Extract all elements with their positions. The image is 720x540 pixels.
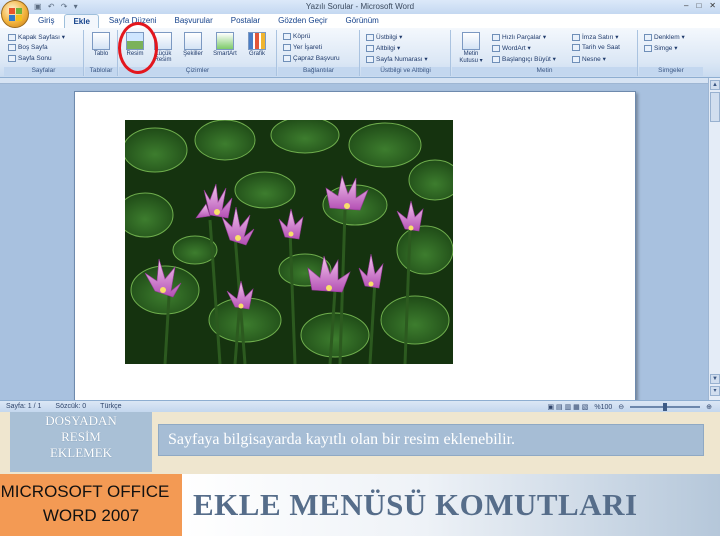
shapes-button[interactable]: Şekiller bbox=[181, 32, 205, 57]
cross-reference-icon bbox=[283, 55, 291, 62]
group-baglantilar: Köprü Yer İşareti Çapraz Başvuru Bağlant… bbox=[278, 30, 360, 76]
label-line-2: RESİM bbox=[61, 429, 101, 444]
picture-highlight-circle bbox=[118, 22, 158, 74]
quick-parts-icon bbox=[492, 33, 500, 41]
hyperlink-icon bbox=[283, 33, 291, 40]
drop-cap-button[interactable]: Başlangıçı Büyüt ▾ bbox=[492, 55, 556, 63]
chart-button[interactable]: Grafik bbox=[245, 32, 269, 57]
header-button[interactable]: Üstbilgi ▾ bbox=[366, 33, 402, 41]
symbol-icon bbox=[644, 44, 652, 52]
blank-page-icon bbox=[8, 44, 16, 51]
product-line-1: MICROSOFT OFFICE bbox=[0, 482, 170, 501]
quick-parts-button[interactable]: Hızlı Parçalar ▾ bbox=[492, 33, 546, 41]
label-line-1: DOSYADAN bbox=[45, 413, 117, 428]
close-button[interactable]: ✕ bbox=[709, 1, 716, 10]
window-controls: – □ ✕ bbox=[684, 1, 716, 10]
text-box-icon bbox=[462, 32, 480, 50]
tab-giris[interactable]: Giriş bbox=[30, 14, 62, 28]
scroll-up-button[interactable]: ▲ bbox=[710, 80, 720, 90]
window-title: Yazılı Sorular - Microsoft Word bbox=[305, 2, 415, 11]
wordart-icon bbox=[492, 44, 500, 52]
inserted-lotus-picture[interactable] bbox=[125, 120, 453, 364]
signature-line-icon bbox=[572, 33, 580, 41]
group-sayfalar: Kapak Sayfası ▾ Boş Sayfa Sayfa Sonu Say… bbox=[4, 30, 84, 76]
cover-page-icon bbox=[8, 33, 16, 41]
equation-icon bbox=[644, 33, 652, 41]
group-label-simgeler: Simgeler bbox=[639, 67, 703, 76]
hyperlink-button[interactable]: Köprü bbox=[283, 33, 310, 40]
page-number-icon bbox=[366, 55, 374, 63]
page-number-button[interactable]: Sayfa Numarası ▾ bbox=[366, 55, 428, 63]
table-icon bbox=[92, 32, 110, 50]
group-label-ustbilgi: Üstbilgi ve Altbilgi bbox=[361, 67, 450, 76]
word-count[interactable]: Sözcük: 0 bbox=[55, 403, 86, 410]
cover-page-button[interactable]: Kapak Sayfası ▾ bbox=[8, 33, 65, 41]
signature-line-button[interactable]: İmza Satırı ▾ bbox=[572, 33, 619, 41]
vertical-scrollbar[interactable]: ▲ ▼ ▾ bbox=[708, 78, 720, 400]
group-metin: Metin Kutusu ▾ Hızlı Parçalar ▾ WordArt … bbox=[452, 30, 638, 76]
maximize-button[interactable]: □ bbox=[696, 1, 701, 10]
group-tablolar: Tablo Tablolar bbox=[85, 30, 118, 76]
zoom-slider[interactable] bbox=[630, 403, 701, 411]
bookmark-button[interactable]: Yer İşareti bbox=[283, 44, 322, 51]
tab-basvurular[interactable]: Başvurular bbox=[167, 14, 221, 28]
drop-cap-icon bbox=[492, 55, 500, 63]
group-label-metin: Metin bbox=[452, 67, 637, 76]
date-time-icon bbox=[572, 44, 580, 51]
tab-gorunum[interactable]: Görünüm bbox=[337, 14, 386, 28]
zoom-out-button[interactable]: ⊖ bbox=[618, 403, 624, 411]
smartart-button[interactable]: SmartArt bbox=[213, 32, 237, 57]
group-label-sayfalar: Sayfalar bbox=[4, 67, 83, 76]
cross-reference-button[interactable]: Çapraz Başvuru bbox=[283, 55, 340, 62]
status-bar: Sayfa: 1 / 1 Sözcük: 0 Türkçe ▣ ▤ ▥ ▦ ▧ … bbox=[0, 400, 720, 412]
blank-page-button[interactable]: Boş Sayfa bbox=[8, 44, 48, 51]
tab-postalar[interactable]: Postalar bbox=[223, 14, 268, 28]
scroll-thumb[interactable] bbox=[710, 92, 720, 122]
page-count[interactable]: Sayfa: 1 / 1 bbox=[6, 403, 41, 410]
tab-gozden-gecir[interactable]: Gözden Geçir bbox=[270, 14, 335, 28]
office-button[interactable] bbox=[1, 0, 29, 28]
label-line-3: EKLEMEK bbox=[49, 445, 113, 460]
ribbon-tabs: Giriş Ekle Sayfa Düzeni Başvurular Posta… bbox=[30, 14, 387, 28]
object-button[interactable]: Nesne ▾ bbox=[572, 55, 606, 63]
office-logo-icon bbox=[9, 8, 22, 21]
slide-heading: EKLE MENÜSÜ KOMUTLARI bbox=[183, 474, 720, 536]
bookmark-icon bbox=[283, 44, 291, 51]
group-label-baglantilar: Bağlantılar bbox=[278, 67, 359, 76]
text-box-button[interactable]: Metin Kutusu ▾ bbox=[455, 32, 487, 64]
description-box: Sayfaya bilgisayarda kayıtlı olan bir re… bbox=[158, 424, 704, 456]
footer-button[interactable]: Altbilgi ▾ bbox=[366, 44, 400, 52]
group-simgeler: Denklem ▾ Simge ▾ Simgeler bbox=[639, 30, 703, 76]
section-label-box: DOSYADAN RESİM EKLEMEK bbox=[10, 412, 152, 472]
group-label-tablolar: Tablolar bbox=[85, 67, 117, 76]
title-bar: ▣ ↶ ↷ ▾ Yazılı Sorular - Microsoft Word … bbox=[0, 0, 720, 14]
status-left: Sayfa: 1 / 1 Sözcük: 0 Türkçe bbox=[6, 403, 122, 410]
page-break-icon bbox=[8, 55, 16, 62]
shapes-icon bbox=[184, 32, 202, 50]
next-page-button[interactable]: ▾ bbox=[710, 386, 720, 396]
status-right: ▣ ▤ ▥ ▦ ▧ %100 ⊖ ⊕ bbox=[547, 403, 712, 411]
chart-icon bbox=[248, 32, 266, 50]
page-break-button[interactable]: Sayfa Sonu bbox=[8, 55, 52, 62]
footer-icon bbox=[366, 44, 374, 52]
product-line-2: WORD 2007 bbox=[42, 506, 140, 525]
wordart-button[interactable]: WordArt ▾ bbox=[492, 44, 531, 52]
group-ustbilgi-altbilgi: Üstbilgi ▾ Altbilgi ▾ Sayfa Numarası ▾ Ü… bbox=[361, 30, 451, 76]
scroll-down-button[interactable]: ▼ bbox=[710, 374, 720, 384]
ribbon: Kapak Sayfası ▾ Boş Sayfa Sayfa Sonu Say… bbox=[0, 28, 720, 78]
product-box: MICROSOFT OFFICE WORD 2007 bbox=[0, 474, 182, 536]
zoom-in-button[interactable]: ⊕ bbox=[706, 403, 712, 411]
table-button[interactable]: Tablo bbox=[89, 32, 113, 57]
header-icon bbox=[366, 33, 374, 41]
minimize-button[interactable]: – bbox=[684, 1, 688, 10]
symbol-button[interactable]: Simge ▾ bbox=[644, 44, 678, 52]
tab-ekle[interactable]: Ekle bbox=[64, 14, 99, 28]
equation-button[interactable]: Denklem ▾ bbox=[644, 33, 685, 41]
zoom-level[interactable]: %100 bbox=[594, 404, 612, 411]
date-time-button[interactable]: Tarih ve Saat bbox=[572, 44, 620, 51]
view-buttons-icon[interactable]: ▣ ▤ ▥ ▦ ▧ bbox=[547, 403, 588, 411]
object-icon bbox=[572, 55, 580, 63]
smartart-icon bbox=[216, 32, 234, 50]
language-indicator[interactable]: Türkçe bbox=[100, 403, 121, 410]
